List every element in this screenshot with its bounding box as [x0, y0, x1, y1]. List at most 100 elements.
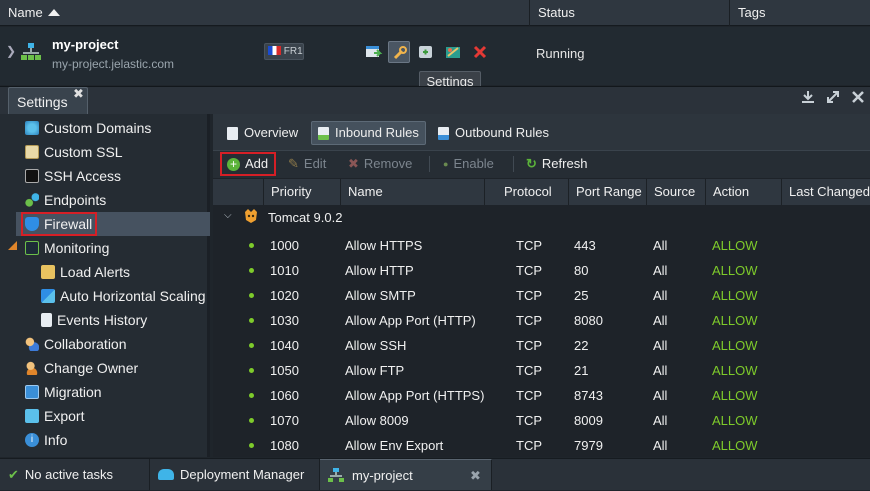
rule-enabled-dot-icon	[249, 243, 254, 248]
sidebar-item-monitoring[interactable]: Monitoring	[25, 237, 109, 259]
table-row[interactable]: 1020 Allow SMTP TCP 25 All ALLOW	[213, 283, 870, 308]
column-name[interactable]: Name	[340, 179, 484, 205]
expand-chevron-icon[interactable]: ❯	[6, 44, 16, 58]
cell-name: Allow App Port (HTTP)	[345, 313, 476, 328]
sidebar-item-export[interactable]: Export	[25, 405, 84, 427]
document-icon	[227, 126, 238, 140]
sidebar-item-change-owner[interactable]: Change Owner	[25, 357, 138, 379]
terminal-icon	[25, 169, 39, 183]
inbound-rules-icon	[318, 126, 329, 140]
cell-priority: 1060	[270, 388, 299, 403]
cloud-upload-icon	[158, 469, 174, 480]
tasks-status[interactable]: ✔ No active tasks	[0, 459, 150, 490]
cell-port-range: 8080	[574, 313, 603, 328]
table-row[interactable]: 1000 Allow HTTPS TCP 443 All ALLOW	[213, 233, 870, 258]
tab-overview[interactable]: Overview	[221, 121, 304, 145]
region-badge: FR1	[264, 43, 304, 60]
column-tags-header[interactable]: Tags	[730, 0, 870, 26]
sidebar-item-custom-ssl[interactable]: Custom SSL	[25, 141, 123, 163]
cell-protocol: TCP	[516, 338, 542, 353]
sidebar-item-info[interactable]: i Info	[25, 429, 67, 451]
table-row[interactable]: 1060 Allow App Port (HTTPS) TCP 8743 All ALLO…	[213, 383, 870, 408]
refresh-button[interactable]: ↻ Refresh	[526, 150, 587, 178]
cell-action: ALLOW	[712, 363, 758, 378]
tab-deployment-manager[interactable]: Deployment Manager	[150, 459, 320, 490]
cell-priority: 1050	[270, 363, 299, 378]
column-action[interactable]: Action	[705, 179, 782, 205]
tab-inbound-rules[interactable]: Inbound Rules	[311, 121, 426, 145]
sidebar-item-load-alerts[interactable]: Load Alerts	[41, 261, 130, 283]
table-row[interactable]: 1080 Allow Env Export TCP 7979 All ALLOW	[213, 433, 870, 458]
change-topology-icon[interactable]	[442, 41, 464, 63]
maximize-icon[interactable]	[826, 90, 840, 107]
settings-wrench-icon[interactable]	[388, 41, 410, 63]
envelope-icon	[41, 265, 55, 279]
tomcat-icon	[245, 209, 257, 223]
close-panel-icon[interactable]	[851, 90, 865, 107]
sidebar-item-endpoints[interactable]: Endpoints	[25, 189, 106, 211]
rule-enabled-dot-icon	[249, 418, 254, 423]
column-last-changed[interactable]: Last Changed	[781, 179, 870, 205]
sidebar-item-collaboration[interactable]: Collaboration	[25, 333, 127, 355]
cell-priority: 1000	[270, 238, 299, 253]
column-priority[interactable]: Priority	[263, 179, 340, 205]
cell-port-range: 80	[574, 263, 589, 278]
cell-name: Allow SSH	[345, 338, 407, 353]
sidebar-item-ssh-access[interactable]: SSH Access	[25, 165, 121, 187]
open-in-browser-icon[interactable]	[362, 41, 384, 63]
tab-my-project[interactable]: my-project ✖	[320, 459, 492, 490]
globe-icon	[25, 121, 39, 135]
sort-ascending-icon	[47, 9, 60, 16]
sidebar-item-auto-horizontal-scaling[interactable]: Auto Horizontal Scaling	[41, 285, 206, 307]
rule-enabled-dot-icon	[249, 293, 254, 298]
add-button[interactable]: + Add	[227, 150, 268, 178]
cell-protocol: TCP	[516, 413, 542, 428]
enable-button[interactable]: ● Enable	[443, 150, 494, 178]
cell-protocol: TCP	[516, 388, 542, 403]
cell-name: Allow SMTP	[345, 288, 416, 303]
cell-port-range: 8009	[574, 413, 603, 428]
cell-action: ALLOW	[712, 238, 758, 253]
delete-environment-icon[interactable]	[469, 41, 491, 63]
collapse-chevron-icon[interactable]: ⌵	[224, 210, 232, 221]
table-row[interactable]: 1010 Allow HTTP TCP 80 All ALLOW	[213, 258, 870, 283]
shield-icon	[25, 217, 39, 231]
checkmark-icon: ✔	[8, 467, 19, 482]
sidebar-item-events-history[interactable]: Events History	[41, 309, 147, 331]
table-row[interactable]: 1030 Allow App Port (HTTP) TCP 8080 All ALLOW	[213, 308, 870, 333]
column-status-header[interactable]: Status	[530, 0, 730, 26]
sidebar-item-custom-domains[interactable]: Custom Domains	[25, 117, 151, 139]
column-source[interactable]: Source	[646, 179, 706, 205]
column-protocol[interactable]: Protocol	[484, 179, 570, 205]
environment-topology-icon	[328, 468, 344, 482]
expanded-triangle-icon[interactable]	[8, 241, 17, 250]
tab-outbound-rules[interactable]: Outbound Rules	[432, 121, 555, 145]
remove-x-icon: ✖	[348, 156, 359, 171]
refresh-icon: ↻	[526, 156, 537, 171]
download-icon[interactable]	[801, 90, 815, 107]
edit-button[interactable]: ✎ Edit	[288, 150, 326, 178]
sidebar-item-firewall[interactable]: Firewall	[25, 213, 92, 235]
table-row[interactable]: 1050 Allow FTP TCP 21 All ALLOW	[213, 358, 870, 383]
column-port-range[interactable]: Port Range	[568, 179, 648, 205]
cell-source: All	[653, 313, 668, 328]
environment-status: Running	[536, 46, 585, 61]
users-icon	[25, 337, 39, 351]
cell-port-range: 25	[574, 288, 589, 303]
cell-priority: 1070	[270, 413, 299, 428]
remove-button[interactable]: ✖ Remove	[348, 150, 412, 178]
rule-enabled-dot-icon	[249, 268, 254, 273]
cell-name: Allow App Port (HTTPS)	[345, 388, 485, 403]
table-row[interactable]: 1070 Allow 8009 TCP 8009 All ALLOW	[213, 408, 870, 433]
rule-enabled-dot-icon	[249, 368, 254, 373]
column-name-header[interactable]: Name	[0, 0, 530, 26]
close-tab-icon[interactable]: ✖	[73, 86, 84, 102]
endpoints-icon	[25, 193, 39, 207]
add-nodes-icon[interactable]	[415, 41, 437, 63]
environment-name[interactable]: my-project	[52, 37, 118, 52]
cell-action: ALLOW	[712, 313, 758, 328]
sidebar-item-migration[interactable]: Migration	[25, 381, 102, 403]
close-tab-icon[interactable]: ✖	[470, 460, 481, 491]
environment-url[interactable]: my-project.jelastic.com	[52, 57, 174, 71]
table-row[interactable]: 1040 Allow SSH TCP 22 All ALLOW	[213, 333, 870, 358]
